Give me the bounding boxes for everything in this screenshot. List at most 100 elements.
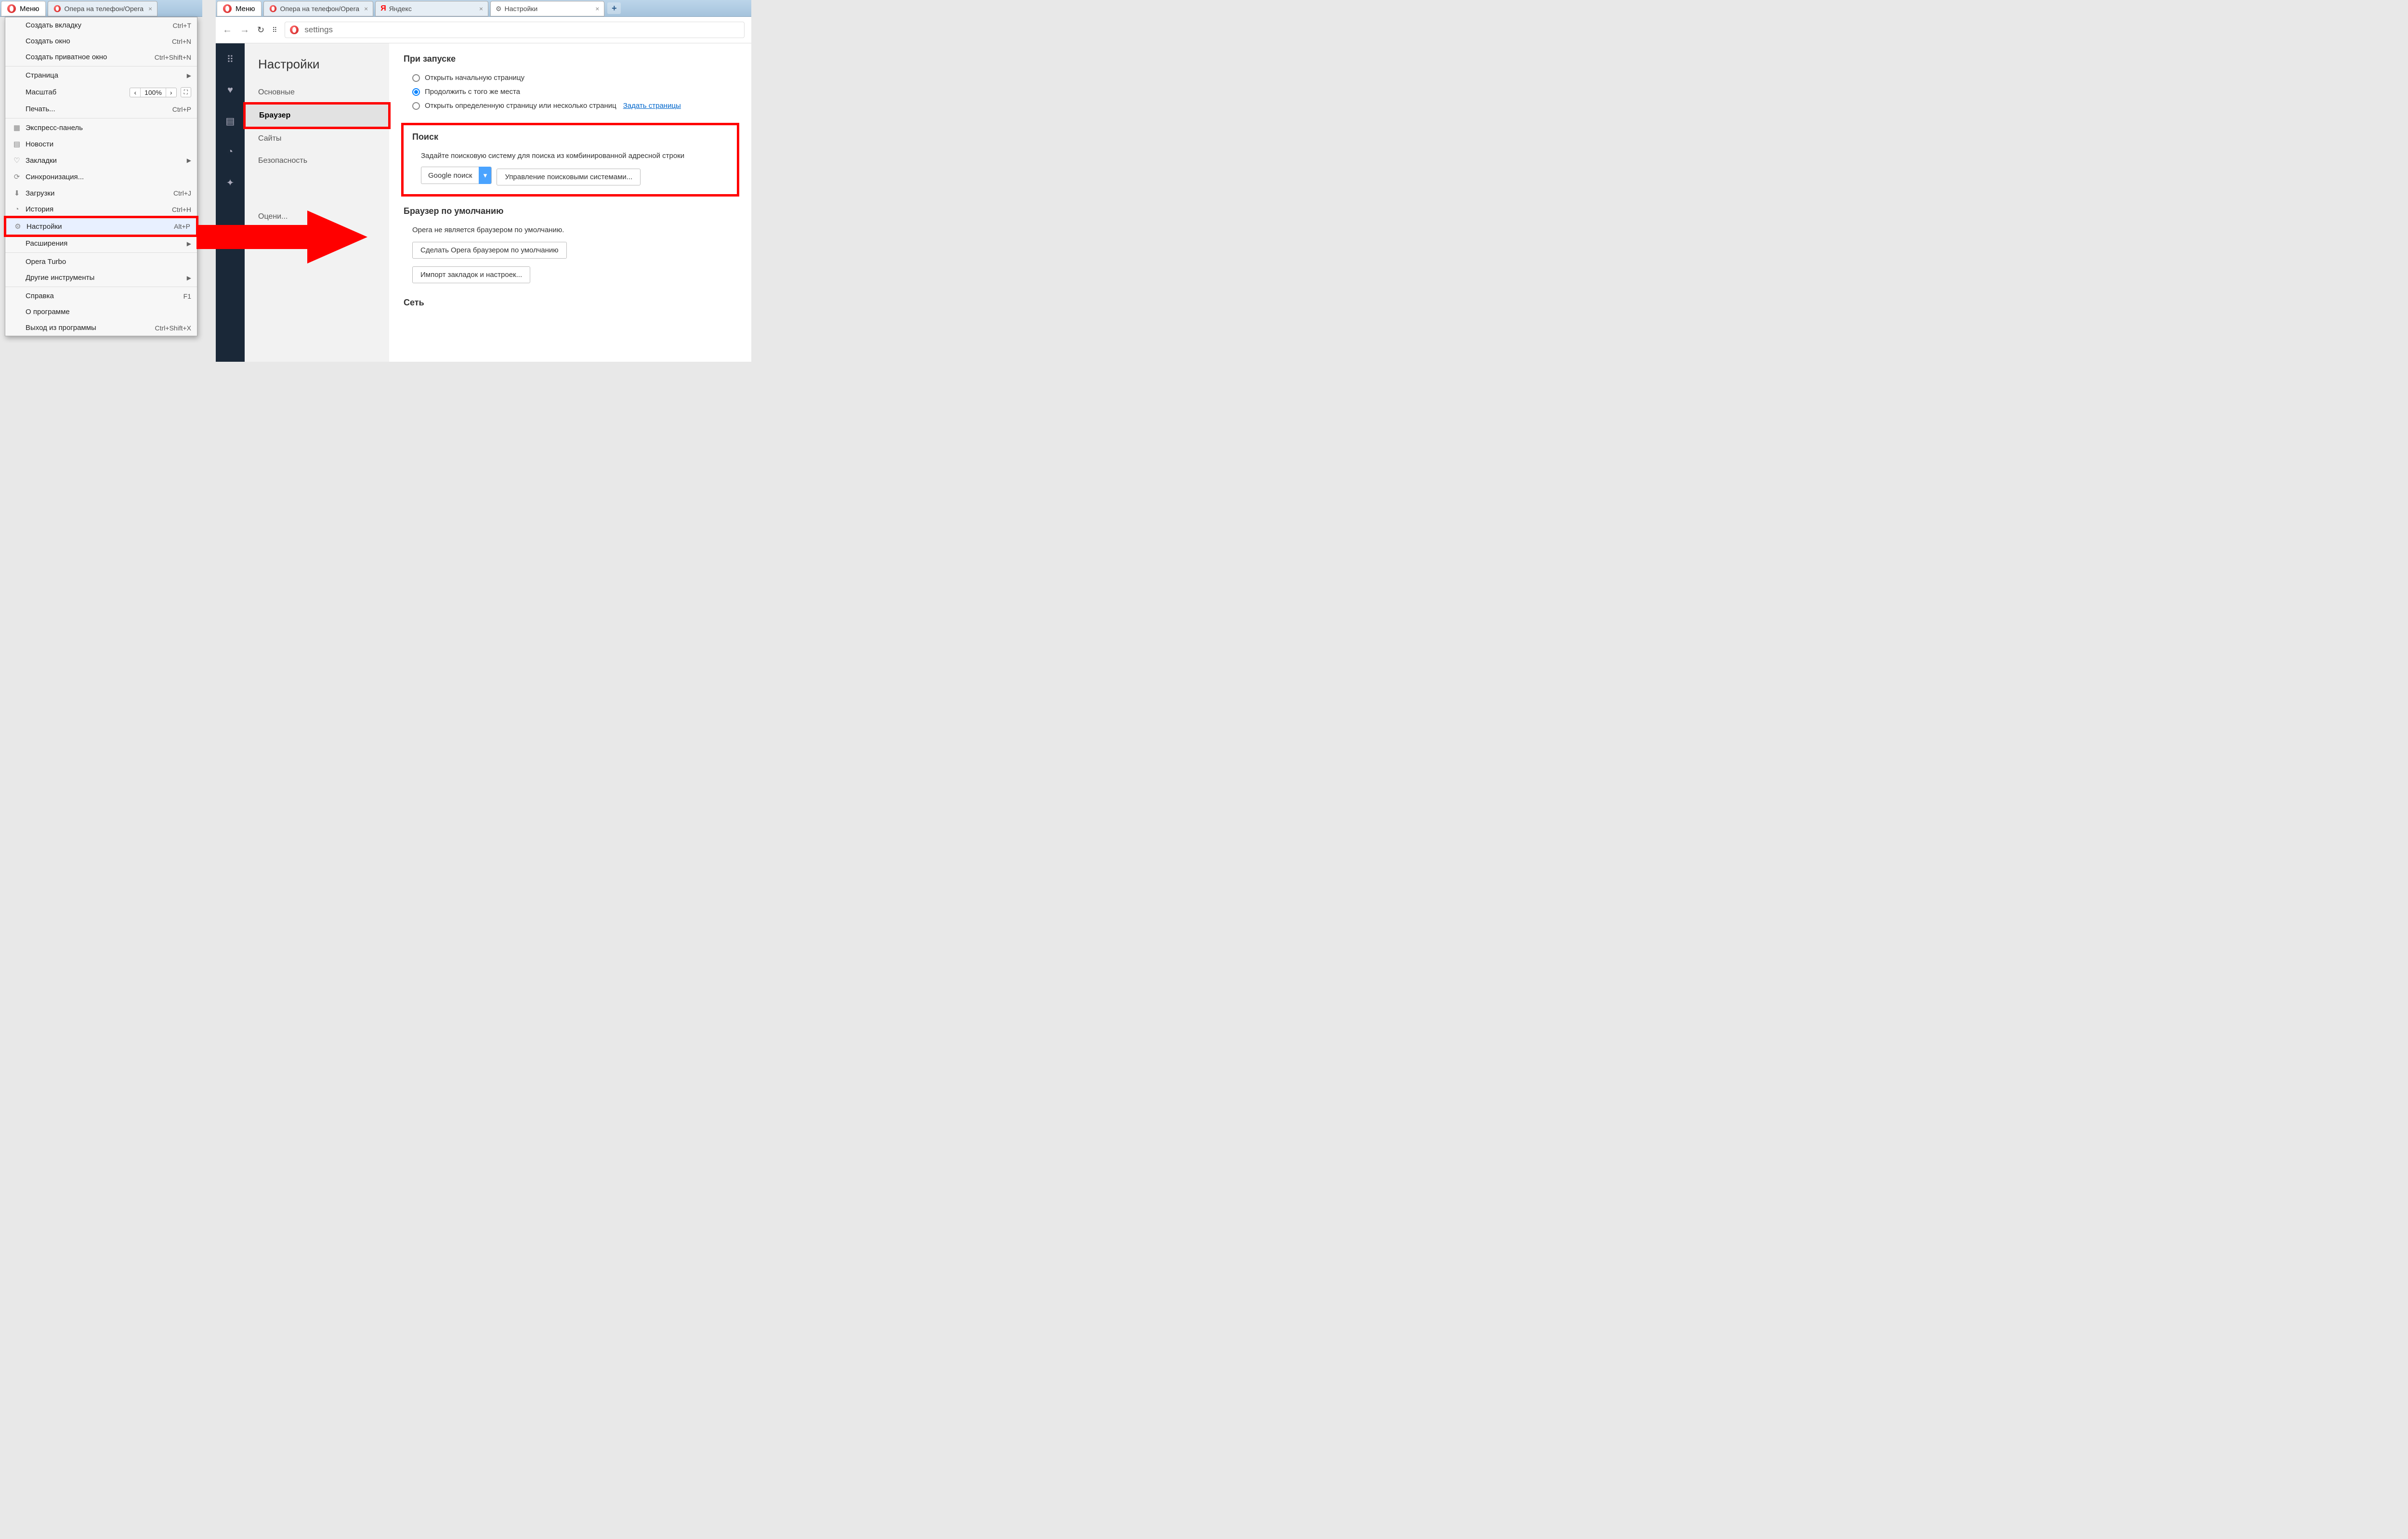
section-title: Сеть [404, 298, 737, 308]
startup-option-specific[interactable]: Открыть определенную страницу или нескол… [404, 99, 737, 113]
menu-settings[interactable]: ⚙НастройкиAlt+P [4, 216, 198, 237]
tab-label: Яндекс [389, 5, 412, 13]
menu-new-tab[interactable]: Создать вкладкуCtrl+T [5, 17, 197, 33]
zoom-out-button[interactable]: ‹ [130, 88, 141, 97]
right-opera-window: Меню Опера на телефон/Opera × Я Яндекс ×… [216, 0, 751, 362]
radio-icon [412, 102, 420, 110]
chevron-right-icon: ▶ [187, 157, 191, 164]
sidebar-item-sites[interactable]: Сайты [245, 128, 389, 150]
sync-icon: ⟳ [11, 172, 23, 181]
grid-icon: ▦ [11, 123, 23, 132]
menu-label: Меню [20, 5, 39, 13]
sidebar-item-browser[interactable]: Браузер [243, 102, 391, 129]
menu-zoom: Масштаб ‹ 100% › ⛶ [5, 83, 197, 101]
history-icon[interactable]: ◔ [224, 145, 236, 158]
menu-bookmarks[interactable]: ♡Закладки▶ [5, 152, 197, 169]
settings-content: При запуске Открыть начальную страницу П… [389, 43, 751, 362]
startup-option-continue[interactable]: Продолжить с того же места [404, 85, 737, 99]
menu-label: Меню [236, 5, 255, 13]
menu-about[interactable]: О программе [5, 304, 197, 320]
history-icon: ◔ [11, 205, 23, 213]
tab-settings[interactable]: ⚙ Настройки × [490, 1, 604, 16]
close-icon[interactable]: × [537, 5, 599, 13]
menu-button[interactable]: Меню [217, 1, 262, 16]
set-pages-link[interactable]: Задать страницы [623, 102, 681, 110]
new-tab-button[interactable]: + [607, 2, 621, 14]
selected-engine: Google поиск [421, 171, 479, 180]
heart-icon[interactable]: ♥ [224, 84, 236, 96]
menu-new-private[interactable]: Создать приватное окноCtrl+Shift+N [5, 49, 197, 65]
news-icon[interactable]: ▤ [224, 115, 236, 127]
menu-exit[interactable]: Выход из программыCtrl+Shift+X [5, 320, 197, 336]
menu-help[interactable]: СправкаF1 [5, 288, 197, 304]
network-section: Сеть [404, 298, 737, 308]
menu-speed-dial[interactable]: ▦Экспресс-панель [5, 119, 197, 136]
manage-search-engines-button[interactable]: Управление поисковыми системами... [497, 169, 641, 185]
speed-dial-button[interactable]: ⠿ [272, 26, 277, 34]
tab-opera-mobile[interactable]: Опера на телефон/Opera × [48, 1, 158, 16]
menu-downloads[interactable]: ⬇ЗагрузкиCtrl+J [5, 185, 197, 201]
reload-button[interactable]: ↻ [257, 25, 264, 35]
import-button[interactable]: Импорт закладок и настроек... [412, 266, 530, 283]
opera-logo-icon [53, 5, 60, 12]
menu-turbo[interactable]: Opera Turbo [5, 254, 197, 270]
chevron-down-icon: ▾ [479, 167, 491, 184]
extensions-icon[interactable]: ✦ [224, 176, 236, 189]
fullscreen-button[interactable]: ⛶ [181, 87, 191, 97]
menu-button[interactable]: Меню [1, 1, 46, 16]
opera-logo-icon [223, 4, 232, 13]
startup-option-startpage[interactable]: Открыть начальную страницу [404, 71, 737, 85]
right-tab-bar: Меню Опера на телефон/Opera × Я Яндекс ×… [216, 0, 751, 17]
tab-label: Опера на телефон/Opera [65, 5, 144, 13]
search-section: Поиск Задайте поисковую систему для поис… [401, 123, 739, 197]
tab-label: Опера на телефон/Opera [280, 5, 360, 13]
settings-sidebar: Настройки Основные Браузер Сайты Безопас… [245, 43, 389, 362]
chevron-right-icon: ▶ [187, 240, 191, 247]
zoom-in-button[interactable]: › [166, 88, 176, 97]
close-icon[interactable]: × [148, 5, 152, 13]
close-icon[interactable]: × [364, 5, 368, 13]
chevron-right-icon: ▶ [187, 72, 191, 79]
menu-separator [5, 252, 197, 253]
search-engine-select[interactable]: Google поиск ▾ [421, 167, 492, 184]
opera-logo-icon [290, 26, 299, 34]
settings-body: ⠿ ♥ ▤ ◔ ✦ Настройки Основные Браузер Сай… [216, 43, 751, 362]
startup-section: При запуске Открыть начальную страницу П… [404, 54, 737, 113]
tab-yandex[interactable]: Я Яндекс × [375, 1, 488, 16]
menu-new-window[interactable]: Создать окноCtrl+N [5, 33, 197, 49]
close-icon[interactable]: × [412, 5, 483, 13]
menu-tools[interactable]: Другие инструменты▶ [5, 270, 197, 286]
news-icon: ▤ [11, 140, 23, 148]
menu-page[interactable]: Страница▶ [5, 67, 197, 83]
zoom-controls: ‹ 100% › [130, 88, 176, 97]
radio-checked-icon [412, 88, 420, 96]
menu-sync[interactable]: ⟳Синхронизация... [5, 169, 197, 185]
not-default-text: Opera не является браузером по умолчанию… [404, 223, 737, 240]
tab-opera-mobile[interactable]: Опера на телефон/Opera × [263, 1, 374, 16]
download-icon: ⬇ [11, 189, 23, 197]
sidebar-item-basic[interactable]: Основные [245, 81, 389, 104]
zoom-value: 100% [141, 88, 166, 97]
url-field[interactable]: settings [285, 22, 745, 38]
make-default-button[interactable]: Сделать Opera браузером по умолчанию [412, 242, 567, 259]
forward-button[interactable]: → [240, 25, 249, 36]
sidebar-item-security[interactable]: Безопасность [245, 150, 389, 172]
gear-icon: ⚙ [496, 5, 502, 13]
sidebar-item-rate[interactable]: Оцени... [245, 206, 389, 228]
left-opera-window: Меню Опера на телефон/Opera × Создать вк… [0, 0, 202, 17]
heart-icon: ♡ [11, 156, 23, 165]
default-browser-section: Браузер по умолчанию Opera не является б… [404, 206, 737, 285]
search-description: Задайте поисковую систему для поиска из … [412, 149, 728, 167]
main-menu-dropdown: Создать вкладкуCtrl+T Создать окноCtrl+N… [5, 17, 197, 336]
opera-logo-icon [7, 4, 16, 13]
menu-extensions[interactable]: Расширения▶ [5, 236, 197, 251]
menu-print[interactable]: Печать...Ctrl+P [5, 101, 197, 117]
gear-icon: ⚙ [12, 222, 24, 231]
tab-label: Настройки [505, 5, 538, 13]
menu-history[interactable]: ◔ИсторияCtrl+H [5, 201, 197, 217]
menu-news[interactable]: ▤Новости [5, 136, 197, 152]
back-button[interactable]: ← [222, 25, 232, 36]
grid-icon[interactable]: ⠿ [224, 53, 236, 66]
section-title: Браузер по умолчанию [404, 206, 737, 216]
settings-title: Настройки [245, 57, 389, 81]
